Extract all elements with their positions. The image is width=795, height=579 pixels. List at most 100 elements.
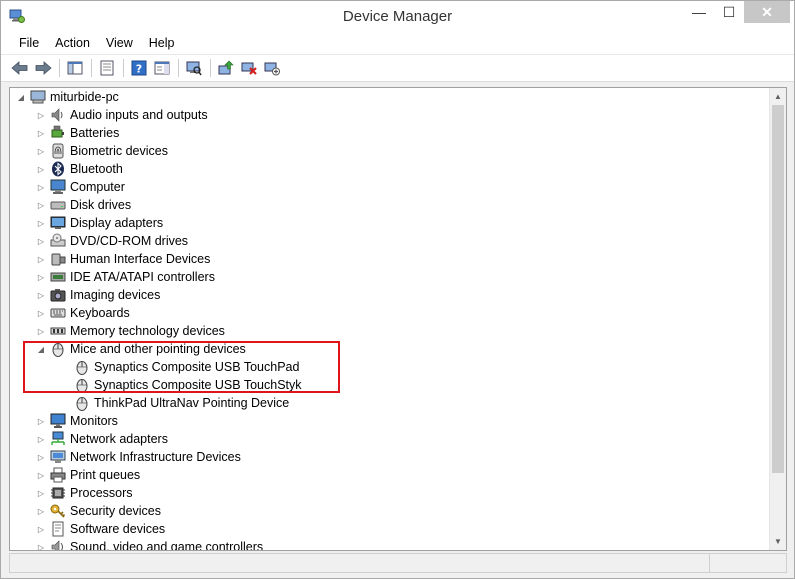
tree-item-device[interactable]: ThinkPad UltraNav Pointing Device <box>60 394 289 412</box>
tree-item-label: Computer <box>70 180 125 194</box>
expand-arrow-icon[interactable]: ▷ <box>36 502 46 520</box>
toolbar: ? <box>1 54 794 82</box>
scroll-down-arrow-icon[interactable]: ▼ <box>770 533 786 550</box>
action-pane-icon <box>154 61 170 75</box>
expand-arrow-icon[interactable]: ▷ <box>36 520 46 538</box>
expand-arrow-icon[interactable]: ▷ <box>36 232 46 250</box>
tree-item-category[interactable]: ▷ Imaging devices <box>36 286 160 304</box>
menu-action[interactable]: Action <box>47 34 98 52</box>
maximize-button[interactable]: ☐ <box>714 1 744 23</box>
tree-item-category[interactable]: ▷ Memory technology devices <box>36 322 225 340</box>
tree-item-label: Sound, video and game controllers <box>70 540 264 550</box>
toolbar-separator <box>210 59 211 77</box>
menu-help[interactable]: Help <box>141 34 183 52</box>
forward-button[interactable] <box>32 57 54 79</box>
status-bar-cell <box>10 554 710 572</box>
expand-arrow-icon[interactable]: ▷ <box>36 142 46 160</box>
help-button[interactable]: ? <box>128 57 150 79</box>
tree-item-label: Bluetooth <box>70 162 123 176</box>
tree-item-label: Network Infrastructure Devices <box>70 450 241 464</box>
tree-item-category[interactable]: ▷ Security devices <box>36 502 161 520</box>
tree-item-category[interactable]: ▷ Display adapters <box>36 214 163 232</box>
scroll-up-arrow-icon[interactable]: ▲ <box>770 88 786 105</box>
collapse-arrow-icon[interactable]: ◢ <box>16 88 26 106</box>
tree-item-category[interactable]: ▷ Computer <box>36 178 125 196</box>
expand-arrow-icon[interactable]: ▷ <box>36 466 46 484</box>
expand-arrow-icon[interactable]: ▷ <box>36 124 46 142</box>
expand-arrow-icon[interactable]: ▷ <box>36 214 46 232</box>
vertical-scrollbar[interactable]: ▲ ▼ <box>769 88 786 550</box>
uninstall-device-button[interactable] <box>238 57 260 79</box>
tree-item-label: Processors <box>70 486 133 500</box>
tree-item-label: Disk drives <box>70 198 132 212</box>
expand-arrow-icon[interactable]: ▷ <box>36 286 46 304</box>
close-button[interactable]: ✕ <box>744 1 790 23</box>
scrollbar-thumb[interactable] <box>772 105 784 473</box>
device-manager-window: Device Manager — ☐ ✕ File Action View He… <box>0 0 795 579</box>
minimize-button[interactable]: — <box>684 1 714 23</box>
tree-item-category[interactable]: ▷ Keyboards <box>36 304 130 322</box>
network-icon <box>51 431 65 445</box>
tree-item-category[interactable]: ▷ Sound, video and game controllers <box>36 538 263 550</box>
back-button[interactable] <box>9 57 31 79</box>
properties-button[interactable] <box>96 57 118 79</box>
computer-icon <box>30 90 46 104</box>
key-icon <box>50 504 66 518</box>
tree-item-category[interactable]: ▷ Disk drives <box>36 196 131 214</box>
expand-arrow-icon[interactable]: ▷ <box>36 196 46 214</box>
menu-view[interactable]: View <box>98 34 141 52</box>
expand-arrow-icon[interactable]: ▷ <box>36 412 46 430</box>
tree-item-category[interactable]: ▷ Human Interface Devices <box>36 250 210 268</box>
window-title: Device Manager <box>342 8 453 25</box>
device-tree[interactable]: ◢ miturbide-pc ▷ Audio inputs and outputs… <box>10 88 770 550</box>
enable-device-button[interactable] <box>261 57 283 79</box>
tree-root-label: miturbide-pc <box>50 90 119 104</box>
tree-item-category[interactable]: ▷ Software devices <box>36 520 165 538</box>
menu-file[interactable]: File <box>11 34 47 52</box>
tree-item-category[interactable]: ▷ Print queues <box>36 466 140 484</box>
tree-item-label: Network adapters <box>70 432 168 446</box>
tree-item-category[interactable]: ▷ Monitors <box>36 412 118 430</box>
expand-arrow-icon[interactable]: ▷ <box>36 538 46 551</box>
expand-arrow-icon[interactable]: ▷ <box>36 430 46 448</box>
expand-arrow-icon[interactable]: ▷ <box>36 106 46 124</box>
show-hide-console-tree-button[interactable] <box>64 57 86 79</box>
expand-arrow-icon[interactable]: ▷ <box>36 448 46 466</box>
title-bar[interactable]: Device Manager — ☐ ✕ <box>1 1 794 32</box>
tree-item-category[interactable]: ▷ Network Infrastructure Devices <box>36 448 241 466</box>
tree-item-label: Software devices <box>70 522 166 536</box>
fingerprint-icon <box>52 143 64 159</box>
show-action-pane-button[interactable] <box>151 57 173 79</box>
tree-item-category[interactable]: ▷ Audio inputs and outputs <box>36 106 208 124</box>
expand-arrow-icon[interactable]: ▷ <box>36 178 46 196</box>
memory-icon <box>50 327 66 335</box>
expand-arrow-icon[interactable]: ▷ <box>36 268 46 286</box>
tree-item-label: Monitors <box>70 414 118 428</box>
expand-arrow-icon[interactable]: ▷ <box>36 250 46 268</box>
tree-item-category[interactable]: ▷ Biometric devices <box>36 142 168 160</box>
battery-icon <box>51 125 64 138</box>
tree-item-category[interactable]: ▷ Bluetooth <box>36 160 123 178</box>
tree-item-label: DVD/CD-ROM drives <box>70 234 189 248</box>
bluetooth-icon <box>52 161 64 177</box>
tree-item-category[interactable]: ▷ Network adapters <box>36 430 168 448</box>
display-icon <box>50 216 66 229</box>
expand-arrow-icon[interactable]: ▷ <box>36 304 46 322</box>
expand-arrow-icon[interactable]: ▷ <box>36 322 46 340</box>
tree-root[interactable]: ◢ miturbide-pc <box>16 88 119 106</box>
back-icon <box>11 61 28 75</box>
expand-arrow-icon[interactable]: ▷ <box>36 160 46 178</box>
scan-hardware-button[interactable] <box>183 57 205 79</box>
tree-item-category[interactable]: ▷ Processors <box>36 484 133 502</box>
status-bar <box>9 553 787 573</box>
tree-item-label: Batteries <box>70 126 120 140</box>
tree-item-category[interactable]: ▷ DVD/CD-ROM drives <box>36 232 188 250</box>
tree-item-label: Display adapters <box>70 216 164 230</box>
update-driver-button[interactable] <box>215 57 237 79</box>
tree-item-category[interactable]: ▷ IDE ATA/ATAPI controllers <box>36 268 215 286</box>
expand-arrow-icon[interactable]: ▷ <box>36 484 46 502</box>
monitor-icon <box>50 413 66 428</box>
tree-device-label: ThinkPad UltraNav Pointing Device <box>94 396 290 410</box>
tree-item-category[interactable]: ▷ Batteries <box>36 124 119 142</box>
help-icon: ? <box>131 60 147 76</box>
